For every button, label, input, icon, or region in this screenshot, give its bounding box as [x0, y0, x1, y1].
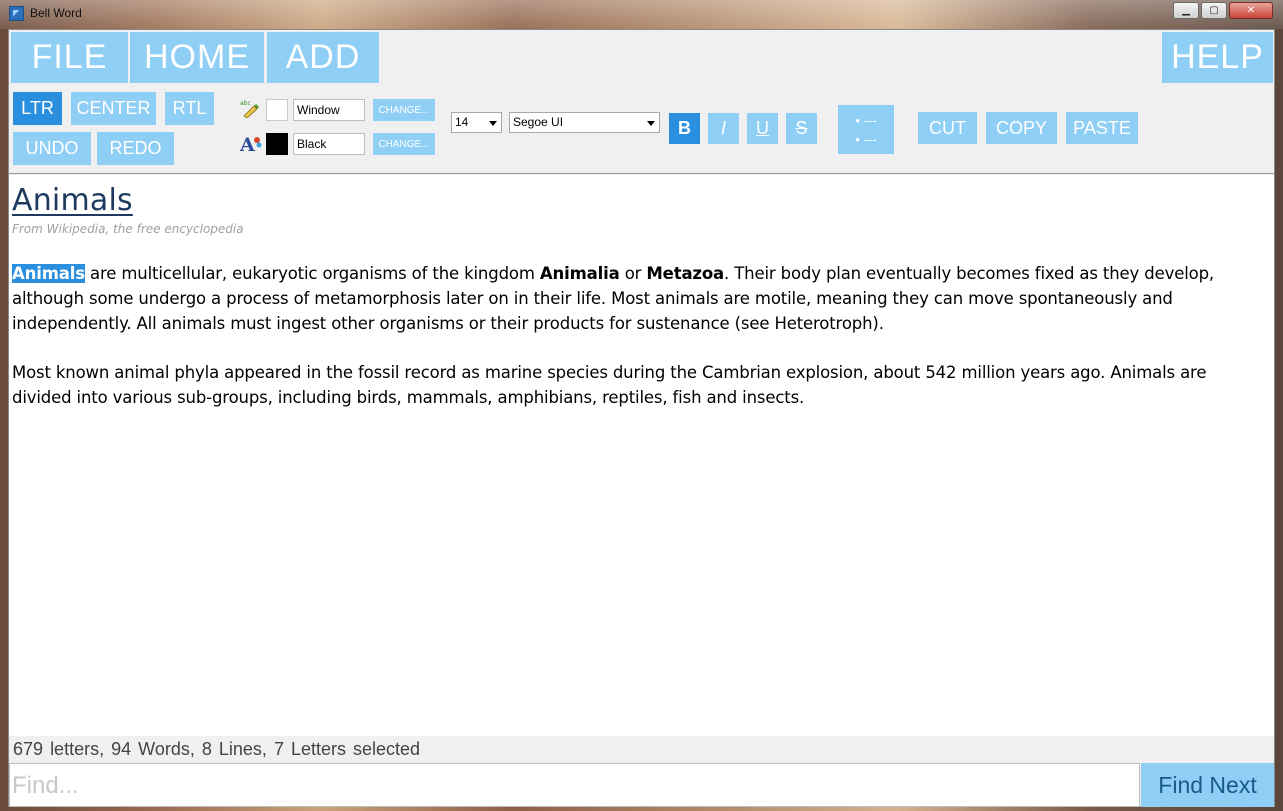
cut-button[interactable]: CUT: [918, 112, 977, 144]
font-family-select[interactable]: Segoe UI: [509, 112, 660, 133]
find-input[interactable]: Find...: [9, 763, 1140, 807]
highlight-color-swatch: [266, 99, 288, 121]
ribbon-tabs: FILE HOME ADD HELP: [9, 30, 1274, 84]
tab-help[interactable]: HELP: [1162, 32, 1273, 83]
maximize-button[interactable]: ▢: [1201, 2, 1227, 19]
line-count: 8: [201, 739, 212, 759]
align-center-button[interactable]: CENTER: [71, 92, 156, 125]
document-subtitle: From Wikipedia, the free encyclopedia: [12, 222, 244, 236]
bullet-list-icon-line1: • ---: [855, 112, 877, 128]
window-controls: ▁ ▢ ✕: [1173, 2, 1273, 19]
svg-text:abc: abc: [240, 100, 251, 107]
undo-button[interactable]: UNDO: [13, 132, 91, 165]
chevron-down-icon: [489, 121, 497, 126]
document-paragraph-2: Most known animal phyla appeared in the …: [12, 363, 1207, 407]
strikethrough-button[interactable]: S: [786, 113, 817, 144]
minimize-button[interactable]: ▁: [1173, 2, 1199, 19]
document-paragraph-1: Animals are multicellular, eukaryotic or…: [12, 261, 1262, 336]
document-editor[interactable]: Animals From Wikipedia, the free encyclo…: [9, 175, 1274, 736]
tab-home[interactable]: HOME: [130, 32, 264, 83]
tab-file[interactable]: FILE: [11, 32, 128, 83]
highlighter-icon: abc: [240, 98, 260, 119]
bold-button[interactable]: B: [669, 113, 700, 144]
ribbon-divider: [9, 173, 1274, 174]
change-font-color-button[interactable]: CHANGE...: [373, 133, 435, 155]
window-title: Bell Word: [30, 6, 82, 20]
selected-count: 7: [273, 739, 284, 759]
line-count-label: Lines,: [218, 739, 267, 759]
title-bar: Bell Word ▁ ▢ ✕: [0, 0, 1283, 29]
app-window: FILE HOME ADD HELP LTR CENTER RTL UNDO R…: [8, 29, 1275, 807]
tab-add[interactable]: ADD: [267, 32, 379, 83]
paste-button[interactable]: PASTE: [1066, 112, 1138, 144]
align-ltr-button[interactable]: LTR: [13, 92, 62, 125]
word-count: 94: [111, 739, 132, 759]
paragraph-text: are multicellular, eukaryotic organisms …: [84, 264, 540, 283]
app-icon: [9, 6, 24, 21]
bold-text: Animalia: [539, 264, 620, 283]
align-rtl-button[interactable]: RTL: [165, 92, 214, 125]
copy-button[interactable]: COPY: [986, 112, 1057, 144]
italic-button[interactable]: I: [708, 113, 739, 144]
font-color-icon: A: [239, 133, 262, 156]
redo-button[interactable]: REDO: [97, 132, 174, 165]
paragraph-text: or: [619, 264, 647, 283]
font-size-select[interactable]: 14: [451, 112, 502, 133]
word-count-label: Words,: [138, 739, 195, 759]
font-color-swatch: [266, 133, 288, 155]
find-next-button[interactable]: Find Next: [1141, 763, 1274, 807]
font-family-value: Segoe UI: [513, 115, 564, 129]
font-color-field[interactable]: Black: [293, 133, 365, 155]
selected-count-label: Letters selected: [290, 739, 421, 759]
selected-text: Animals: [12, 264, 85, 283]
document-title: Animals: [12, 183, 133, 218]
change-highlight-button[interactable]: CHANGE...: [373, 99, 435, 121]
font-size-value: 14: [455, 115, 469, 129]
highlight-color-field[interactable]: Window: [293, 99, 365, 121]
bullet-list-button[interactable]: • --- • ---: [838, 105, 894, 154]
status-bar: 679 letters, 94 Words, 8 Lines, 7 Letter…: [9, 736, 1274, 763]
find-bar: Find... Find Next: [9, 763, 1274, 807]
bold-text: Metazoa: [646, 264, 725, 283]
close-button[interactable]: ✕: [1229, 2, 1273, 19]
letter-count-label: letters,: [50, 739, 105, 759]
chevron-down-icon: [647, 121, 655, 126]
svg-text:A: A: [240, 134, 255, 155]
underline-button[interactable]: U: [747, 113, 778, 144]
letter-count: 679: [13, 739, 44, 759]
bullet-list-icon-line2: • ---: [855, 131, 877, 147]
